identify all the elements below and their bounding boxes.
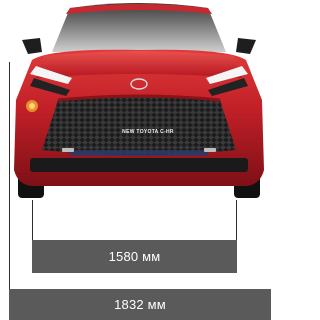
- track-guide-line-right: [236, 200, 237, 240]
- overall-width-bar: 1832 мм: [9, 289, 271, 320]
- overall-width-label: 1832 мм: [114, 297, 166, 312]
- right-mirror: [236, 38, 256, 54]
- track-width-bar: 1580 мм: [32, 240, 237, 273]
- model-badge-text: NEW TOYOTA C-HR: [122, 129, 174, 135]
- car-front-image: NEW TOYOTA C-HR: [10, 0, 268, 205]
- track-guide-line-left: [32, 200, 33, 240]
- vehicle-dimensions-view: NEW TOYOTA C-HR 1580 мм 1832 мм: [0, 0, 271, 320]
- front-grille: [42, 96, 236, 155]
- car-front-illustration: [14, 3, 264, 198]
- track-width-label: 1580 мм: [108, 249, 161, 264]
- width-guide-line: [9, 62, 10, 320]
- left-mirror: [22, 38, 42, 54]
